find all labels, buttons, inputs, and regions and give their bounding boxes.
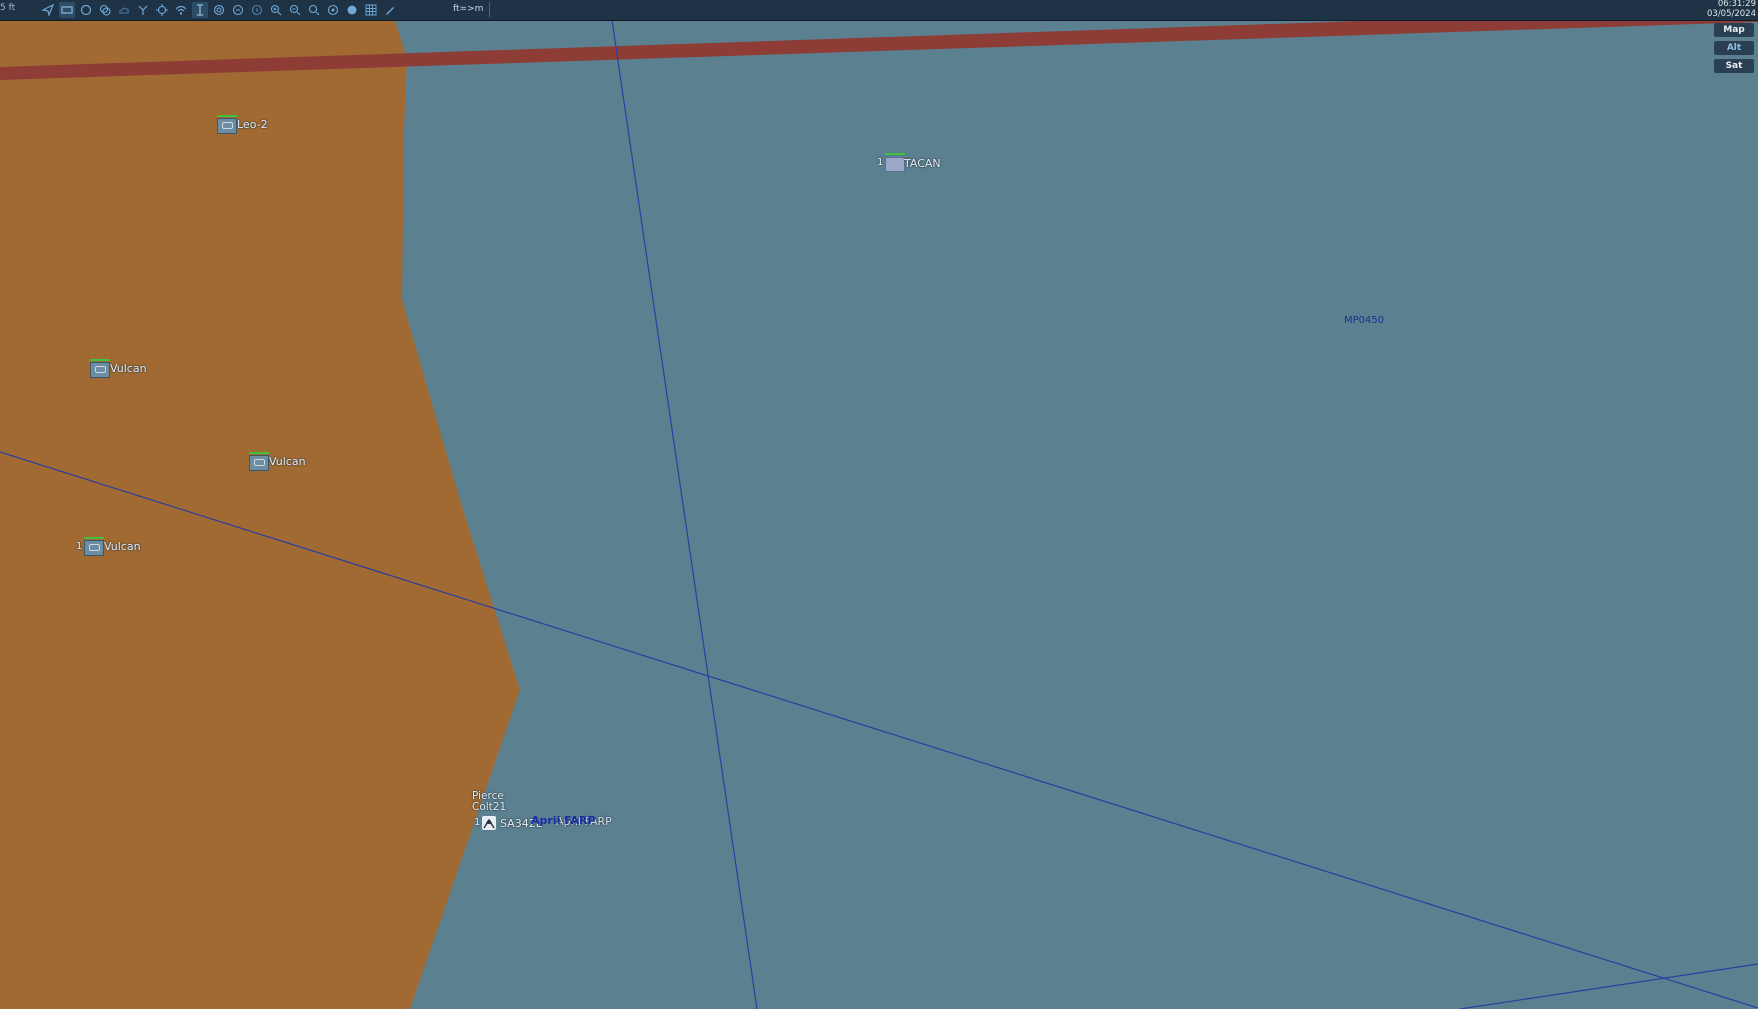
helicopter-icon [482, 816, 496, 830]
route-icon[interactable] [135, 2, 151, 18]
sat-layer-button[interactable]: Sat [1714, 59, 1754, 73]
zoom-in-icon[interactable] [268, 2, 284, 18]
unit-count: 1 [474, 817, 481, 828]
range-ring-icon[interactable] [211, 2, 227, 18]
grid-icon[interactable] [363, 2, 379, 18]
units-toggle[interactable]: ft=>m [447, 2, 491, 17]
map-layer-button[interactable]: Map [1714, 23, 1754, 37]
cloud-icon[interactable] [116, 2, 132, 18]
unit-label: Leo-2 [237, 118, 268, 131]
armor-icon [217, 115, 237, 134]
unit-label: Vulcan [110, 362, 147, 375]
altitude-icon[interactable] [192, 2, 208, 18]
range-ring-3-icon[interactable] [249, 2, 265, 18]
unit-label: Vulcan [104, 540, 141, 553]
air-defense-icon [249, 452, 269, 471]
waypoint-label[interactable]: MP0450 [1344, 315, 1384, 326]
alt-layer-button[interactable]: Alt [1714, 41, 1754, 55]
zoom-out-icon[interactable] [287, 2, 303, 18]
clock: 06:31:29 03/05/2024 [1707, 0, 1756, 19]
unit-count: 1 [877, 157, 884, 168]
range-ring-2-icon[interactable] [230, 2, 246, 18]
map-canvas[interactable] [0, 0, 1758, 1009]
radar-icon[interactable] [325, 2, 341, 18]
callsign-group: Pierce Colt21 [472, 791, 506, 813]
zoom-reset-icon[interactable] [306, 2, 322, 18]
farp-label[interactable]: April FARP [531, 814, 595, 827]
unit-label: Vulcan [269, 455, 306, 468]
layers-icon[interactable] [97, 2, 113, 18]
air-defense-icon [90, 359, 110, 378]
circle-icon[interactable] [78, 2, 94, 18]
scale-indicator: 5 ft [0, 3, 16, 13]
unit-count: 1 [76, 541, 83, 552]
toolbar: 5 ft ft=>m 06:31:29 03/05/2024 [0, 0, 1758, 21]
pencil-icon[interactable] [382, 2, 398, 18]
toolbar-icons [40, 2, 398, 18]
label-icon[interactable] [59, 2, 75, 18]
navigate-icon[interactable] [40, 2, 56, 18]
target-icon[interactable] [154, 2, 170, 18]
air-defense-icon [84, 537, 104, 556]
clock-date: 03/05/2024 [1707, 8, 1756, 19]
wifi-icon[interactable] [173, 2, 189, 18]
callsign-line2: Colt21 [472, 801, 507, 813]
unit-label: TACAN [904, 157, 941, 170]
globe-icon[interactable] [344, 2, 360, 18]
tacan-icon [885, 153, 905, 172]
